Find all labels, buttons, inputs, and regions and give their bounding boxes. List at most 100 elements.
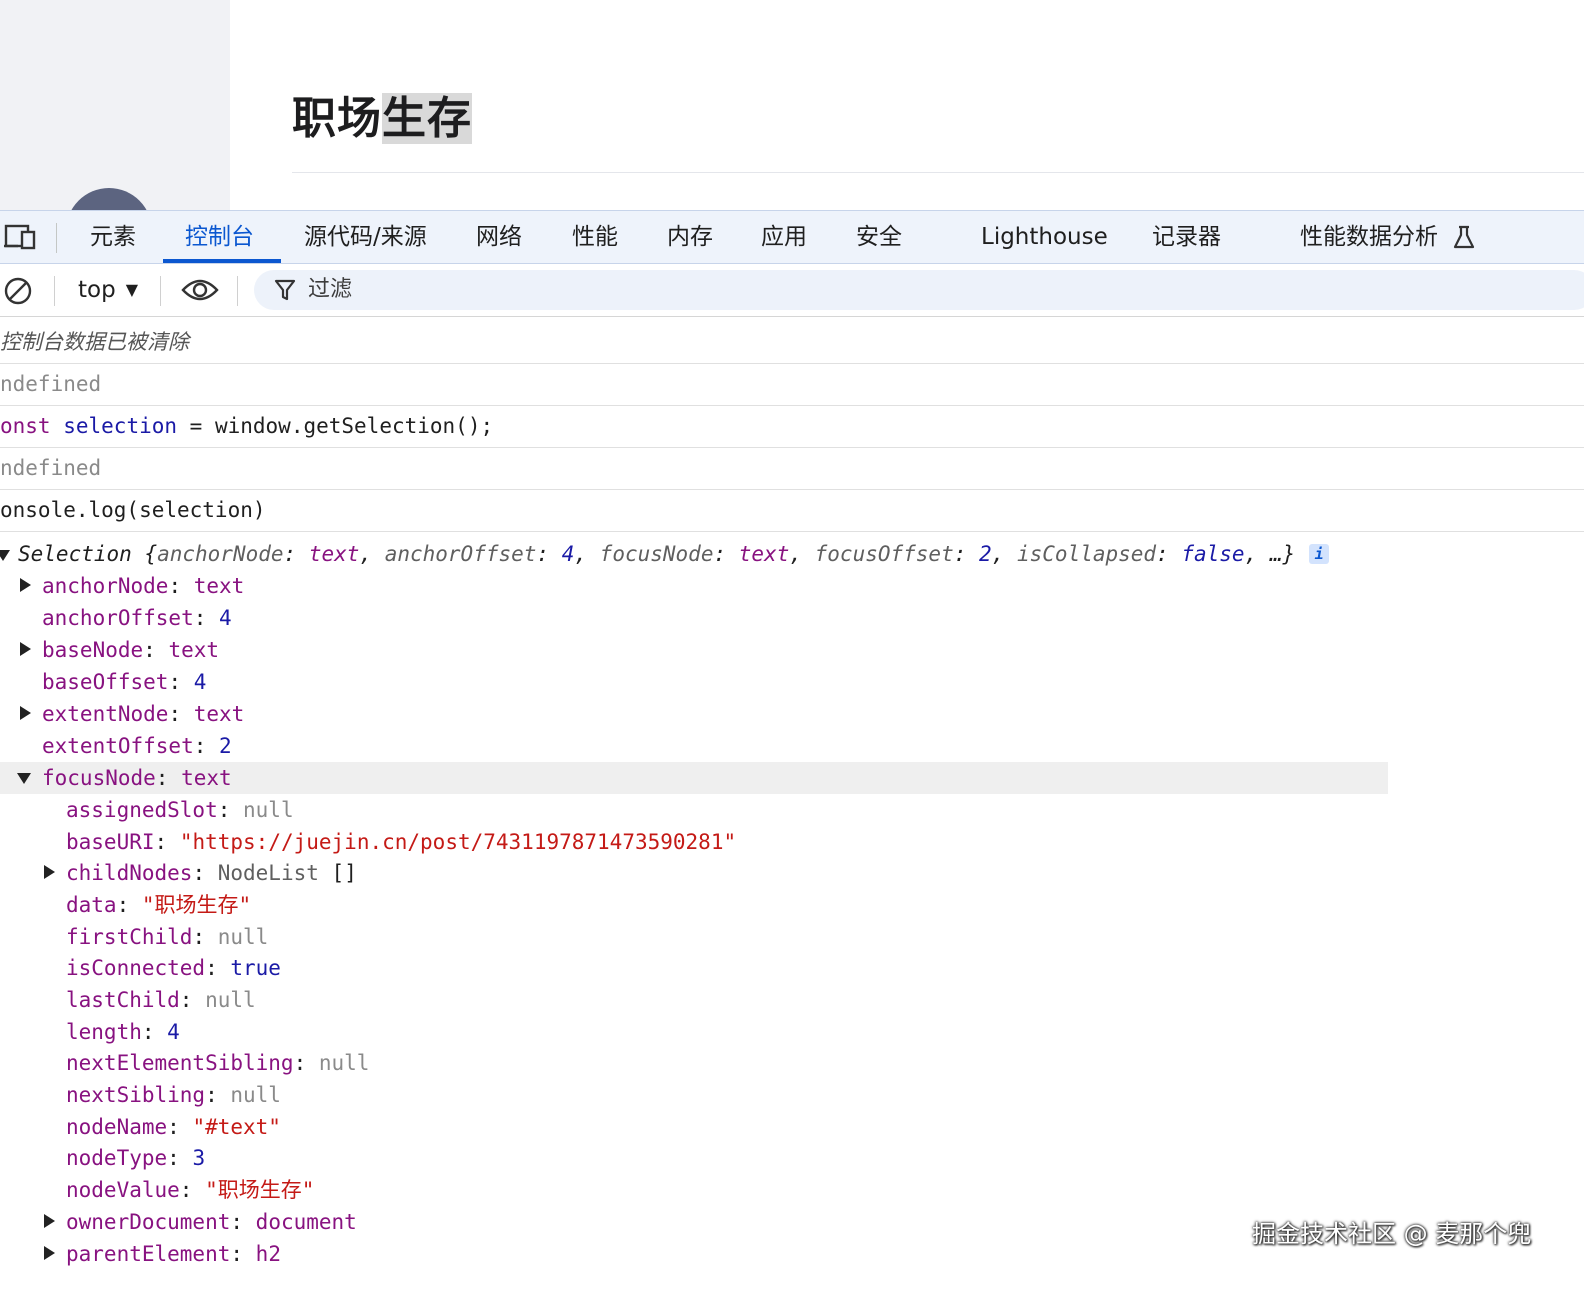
property-value: "职场生存" <box>141 893 252 917</box>
watermark: 掘金技术社区 @ 麦那个兜 <box>1252 1220 1532 1248</box>
property-value: text <box>193 702 245 726</box>
property-row: nodeName: "#text" <box>66 1115 281 1139</box>
property-row[interactable]: anchorNode: text <box>42 570 244 602</box>
result-text: ndefined <box>0 456 102 480</box>
tab-recorder[interactable]: 记录器 <box>1152 211 1221 263</box>
property-key: extentNode <box>42 702 169 726</box>
tab-security[interactable]: 安全 <box>856 211 902 263</box>
property-value: 4 <box>167 1020 180 1044</box>
property-row: firstChild: null <box>66 925 269 949</box>
expand-triangle-icon[interactable] <box>20 578 31 592</box>
filter-icon <box>274 279 296 305</box>
expand-triangle-icon[interactable] <box>20 706 31 720</box>
code-text: onsole.log(selection) <box>0 498 266 522</box>
property-row: lastChild: null <box>66 988 256 1012</box>
console-input: onst selection = window.getSelection(); <box>0 406 1584 448</box>
summary-value: false <box>1181 542 1245 566</box>
property-row[interactable]: baseNode: text <box>42 634 219 666</box>
flask-icon <box>1452 225 1476 255</box>
device-toggle-icon[interactable] <box>4 224 38 254</box>
toolbar-separator <box>237 276 238 306</box>
webpage-area: 职场生存 <box>0 0 1584 210</box>
property-value: null <box>205 988 256 1012</box>
property-row[interactable]: extentNode: text <box>42 698 244 730</box>
property-row[interactable]: childNodes: NodeList [] <box>66 857 357 889</box>
property-value: document <box>255 1210 357 1234</box>
tab-lighthouse[interactable]: Lighthouse <box>981 211 1108 263</box>
expand-triangle-icon[interactable] <box>44 1246 55 1260</box>
property-value: text <box>193 574 245 598</box>
property-key: baseNode <box>42 638 144 662</box>
property-key: length <box>66 1020 142 1044</box>
devtools-panel: 元素 控制台 源代码/来源 网络 性能 内存 应用 安全 Lighthouse … <box>0 210 1584 1290</box>
dropdown-arrow-icon: ▼ <box>125 280 139 299</box>
property-value: NodeList <box>217 861 319 885</box>
property-value: null <box>318 1051 370 1075</box>
context-selector[interactable]: top ▼ <box>78 264 138 316</box>
tab-application[interactable]: 应用 <box>761 211 807 263</box>
property-row: data: "职场生存" <box>66 893 252 917</box>
property-value[interactable]: "https://juejin.cn/post/7431197871473590… <box>180 830 736 854</box>
property-key: firstChild <box>66 925 193 949</box>
property-key: parentElement <box>66 1242 231 1266</box>
property-row: nodeType: 3 <box>66 1146 206 1170</box>
toolbar-separator <box>160 276 161 306</box>
property-row[interactable]: focusNode: text <box>42 762 232 794</box>
expand-triangle-icon[interactable] <box>20 642 31 656</box>
summary-value: 4 <box>561 542 575 566</box>
property-value: text <box>168 638 220 662</box>
property-key: extentOffset <box>42 734 194 758</box>
property-key: nodeValue <box>66 1178 180 1202</box>
property-row: baseURI: "https://juejin.cn/post/7431197… <box>66 830 737 854</box>
summary-key: anchorNode <box>157 542 284 566</box>
left-sidebar-background <box>0 0 230 210</box>
expand-triangle-icon[interactable] <box>44 865 55 879</box>
property-value: null <box>243 798 294 822</box>
clear-console-icon[interactable] <box>3 276 33 310</box>
property-value: 2 <box>219 734 232 758</box>
filter-input[interactable]: 过滤 <box>254 270 1584 310</box>
property-row: nextSibling: null <box>66 1083 281 1107</box>
summary-key: focusNode <box>599 542 714 566</box>
property-key: baseURI <box>66 830 155 854</box>
property-value: "职场生存" <box>205 1178 315 1202</box>
tab-performance[interactable]: 性能 <box>572 211 618 263</box>
tab-network[interactable]: 网络 <box>476 211 522 263</box>
property-row[interactable]: ownerDocument: document <box>66 1206 357 1238</box>
tab-sources[interactable]: 源代码/来源 <box>304 211 427 263</box>
property-key: nodeType <box>66 1146 168 1170</box>
devtools-tabbar: 元素 控制台 源代码/来源 网络 性能 内存 应用 安全 Lighthouse … <box>0 210 1584 264</box>
tab-elements[interactable]: 元素 <box>90 211 136 263</box>
selection-summary[interactable]: Selection {anchorNode: text, anchorOffse… <box>18 538 1330 570</box>
property-key: isConnected <box>66 956 206 980</box>
console-cleared-message: 控制台数据已被清除 <box>0 322 1584 364</box>
tab-console[interactable]: 控制台 <box>185 211 254 263</box>
property-value: 4 <box>193 670 207 694</box>
property-row: extentOffset: 2 <box>42 734 232 758</box>
tab-memory[interactable]: 内存 <box>667 211 713 263</box>
property-key: baseOffset <box>42 670 169 694</box>
brace: { <box>131 542 158 566</box>
property-key: focusNode <box>42 766 156 790</box>
filter-placeholder: 过滤 <box>308 277 353 302</box>
collapse-triangle-icon[interactable] <box>17 773 31 784</box>
property-key: ownerDocument <box>66 1210 231 1234</box>
object-type: Selection <box>18 542 132 566</box>
property-value: null <box>230 1083 281 1107</box>
title-text-unselected: 职场 <box>292 93 382 144</box>
property-key: childNodes <box>66 861 193 885</box>
property-row: baseOffset: 4 <box>42 670 207 694</box>
property-row[interactable]: parentElement: h2 <box>66 1238 281 1270</box>
context-value: top <box>78 277 116 303</box>
cleared-text: 控制台数据已被清除 <box>0 330 189 354</box>
collapse-triangle-icon[interactable] <box>0 550 10 561</box>
property-value: h2 <box>255 1242 281 1266</box>
eye-icon[interactable] <box>181 276 219 308</box>
property-value: null <box>217 925 269 949</box>
title-text-selected: 生存 <box>382 93 472 144</box>
console-input: onsole.log(selection) <box>0 490 1584 532</box>
expand-triangle-icon[interactable] <box>44 1214 55 1228</box>
tab-performance-insights[interactable]: 性能数据分析 <box>1300 211 1438 263</box>
property-value: 3 <box>192 1146 206 1170</box>
info-icon[interactable]: i <box>1309 544 1330 564</box>
